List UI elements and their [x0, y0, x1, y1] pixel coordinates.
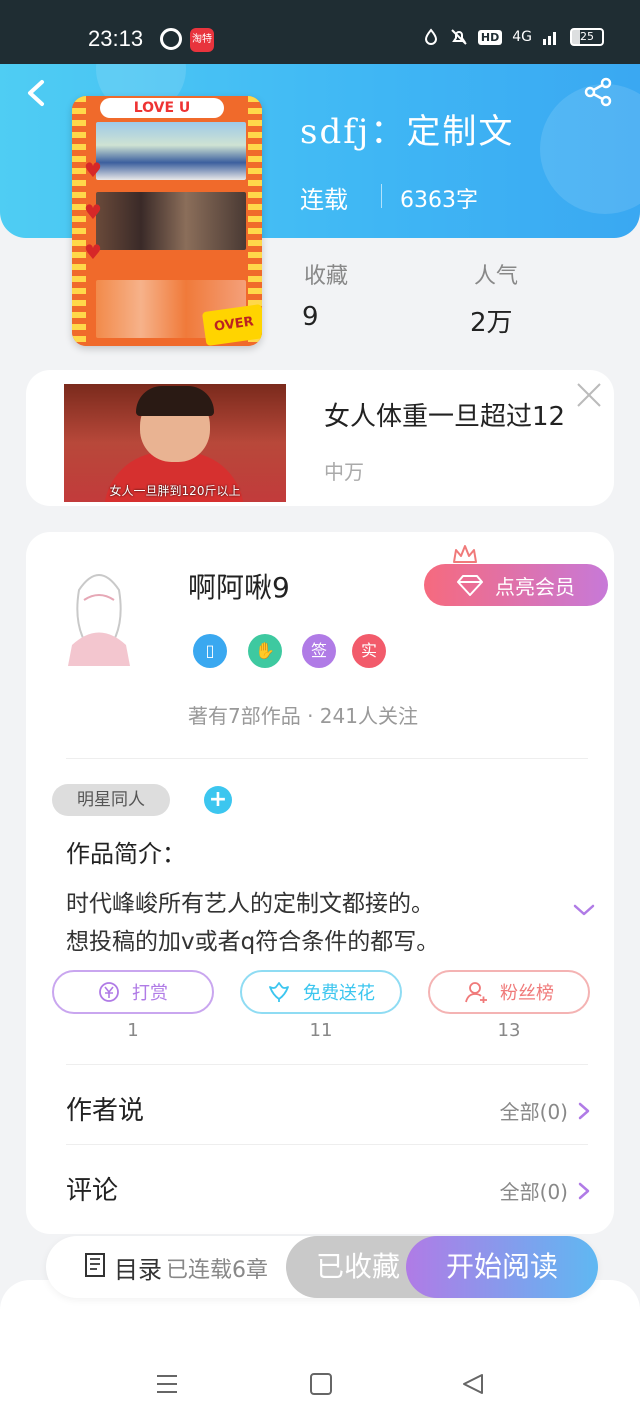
back-triangle-icon[interactable] — [460, 1372, 486, 1396]
word-count: 6363字 — [400, 188, 478, 213]
intro-heading: 作品简介： — [66, 840, 186, 868]
badge-glyph: 实 — [360, 641, 377, 660]
send-flower-label: 免费送花 — [303, 983, 375, 1004]
divider — [66, 1064, 588, 1065]
toc-label[interactable]: 目录 — [114, 1250, 162, 1285]
send-flower-count: 11 — [309, 1020, 333, 1041]
book-cover[interactable]: LOVE U ♥ ♥ ♥ OVER — [72, 96, 262, 346]
taote-app-icon: 淘特 — [190, 28, 214, 52]
signal-bars-icon — [543, 32, 556, 45]
tip-button[interactable]: 打赏 — [52, 970, 214, 1014]
handshake-badge-icon[interactable]: ✋ — [248, 634, 282, 668]
ad-title[interactable]: 女人体重一旦超过12 — [324, 396, 565, 433]
ad-card[interactable]: 女人一旦胖到120斤以上 女人体重一旦超过12 中万 — [26, 370, 614, 506]
comments-link-label: 全部(0) — [499, 1180, 568, 1204]
tip-count: 1 — [127, 1020, 139, 1041]
start-reading-button[interactable]: 开始阅读 — [406, 1236, 598, 1298]
add-tag-button[interactable]: + — [204, 786, 232, 814]
author-says-link-label: 全部(0) — [499, 1100, 568, 1124]
fan-icon — [465, 982, 487, 1003]
divider — [66, 758, 588, 759]
cover-photo — [96, 192, 246, 250]
back-arrow-icon[interactable] — [22, 78, 52, 108]
battery-level: 25 — [580, 30, 594, 43]
tip-label: 打赏 — [132, 983, 168, 1004]
comments-link[interactable]: 全部(0) — [500, 1176, 590, 1205]
share-icon[interactable] — [582, 76, 614, 108]
system-nav-area — [0, 1280, 640, 1422]
heart-icon: ♥ — [84, 240, 102, 264]
diamond-icon — [457, 575, 483, 596]
chevron-down-icon[interactable] — [572, 900, 596, 920]
popularity-label: 人气 — [474, 264, 519, 289]
author-meta: 著有7部作品 · 241人关注 — [188, 704, 418, 728]
favorites-value: 9 — [302, 302, 319, 332]
author-says-link[interactable]: 全部(0) — [500, 1096, 590, 1125]
status-time: 23:13 — [88, 26, 144, 51]
book-status: 连载 — [300, 186, 348, 214]
intro-line: 想投稿的加v或者q符合条件的都写。 — [66, 929, 440, 955]
ad-source: 中万 — [324, 460, 364, 484]
book-title: sdfj：定制文 — [300, 112, 515, 152]
chapter-count: 已连载6章 — [166, 1258, 268, 1283]
cover-photo — [96, 122, 246, 180]
divider — [66, 1144, 588, 1145]
sign-badge-icon[interactable]: 签 — [302, 634, 336, 668]
author-name[interactable]: 啊阿啾9 — [188, 566, 290, 606]
real-badge-icon[interactable]: 实 — [352, 634, 386, 668]
author-avatar[interactable] — [44, 560, 154, 670]
status-right: HD 4G 25 — [422, 28, 604, 46]
crown-icon — [453, 545, 477, 563]
coin-icon — [99, 982, 119, 1002]
heart-icon: ♥ — [84, 200, 102, 224]
popularity-value: 2万 — [470, 308, 513, 338]
fan-ranking-label: 粉丝榜 — [500, 983, 554, 1004]
author-says-title: 作者说 — [66, 1096, 145, 1126]
chevron-right-icon — [578, 1102, 590, 1119]
vip-button-label: 点亮会员 — [495, 574, 575, 599]
home-square-icon[interactable] — [308, 1372, 334, 1396]
close-icon[interactable] — [574, 380, 604, 410]
fan-ranking-count: 13 — [497, 1020, 521, 1041]
book-icon[interactable] — [82, 1250, 108, 1280]
flower-icon — [269, 982, 289, 1002]
fan-ranking-button[interactable]: 粉丝榜 — [428, 970, 590, 1014]
divider — [381, 184, 382, 208]
send-flower-button[interactable]: 免费送花 — [240, 970, 402, 1014]
intro-line: 时代峰峻所有艺人的定制文都接的。 — [66, 891, 434, 917]
heart-icon: ♥ — [84, 158, 102, 182]
badge-glyph: ✋ — [255, 641, 275, 660]
signal-text: 4G — [512, 29, 532, 45]
cover-title: LOVE U — [100, 98, 224, 118]
mute-bell-icon — [451, 29, 467, 45]
ad-person-hair — [136, 386, 214, 416]
hd-badge: HD — [477, 29, 503, 45]
ad-image[interactable]: 女人一旦胖到120斤以上 — [64, 384, 286, 502]
badge-glyph: ▯ — [205, 641, 215, 660]
ad-image-caption: 女人一旦胖到120斤以上 — [109, 484, 241, 498]
comments-title: 评论 — [66, 1176, 119, 1206]
water-drop-icon — [424, 28, 437, 45]
badge-glyph: 签 — [310, 641, 327, 660]
genre-tag[interactable]: 明星同人 — [52, 784, 170, 816]
chevron-right-icon — [578, 1182, 590, 1199]
status-bar: 23:13 淘特 HD 4G 25 — [0, 0, 640, 64]
favorites-label: 收藏 — [304, 264, 349, 289]
q-app-icon — [160, 28, 182, 50]
battery-icon: 25 — [570, 28, 604, 46]
vip-button[interactable]: 点亮会员 — [424, 564, 608, 606]
phone-badge-icon[interactable]: ▯ — [193, 634, 227, 668]
menu-icon[interactable] — [154, 1372, 180, 1396]
